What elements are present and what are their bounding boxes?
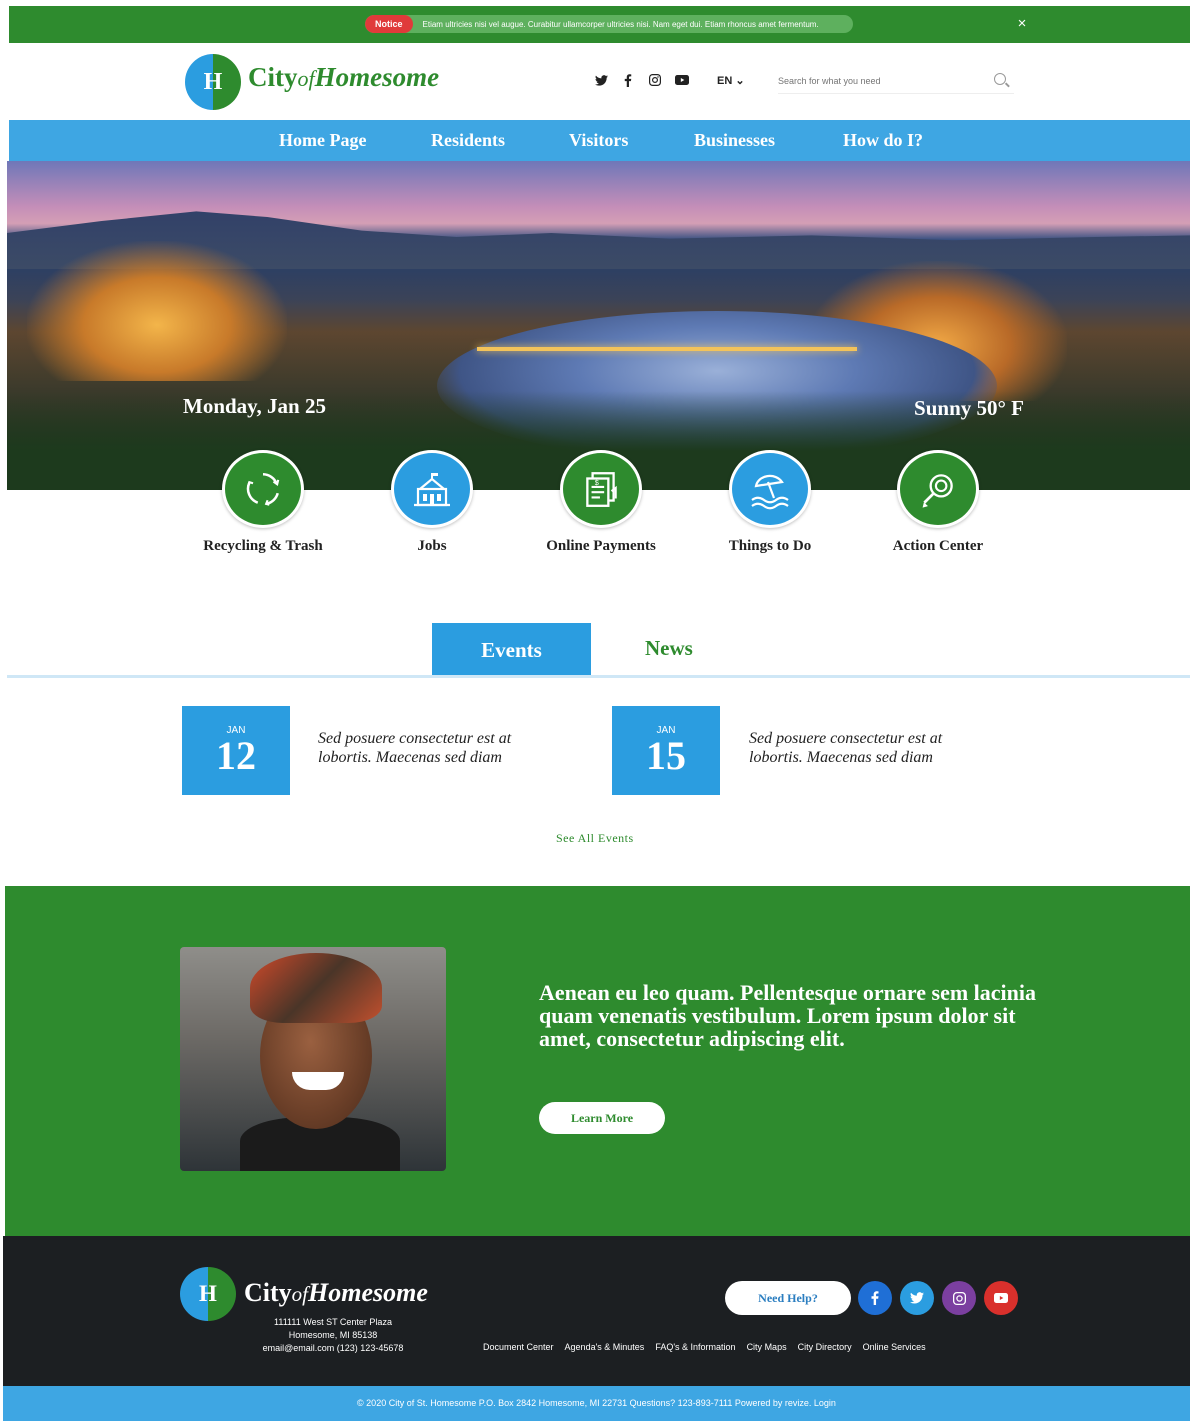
footer-link-online-services[interactable]: Online Services xyxy=(863,1342,926,1352)
event-title[interactable]: Sed posuere consectetur est at lobortis.… xyxy=(318,729,558,767)
quick-link-recycling[interactable]: Recycling & Trash xyxy=(178,450,348,555)
instagram-icon[interactable] xyxy=(942,1281,976,1315)
portrait-headwrap xyxy=(250,953,382,1023)
header-social-icons xyxy=(594,73,689,87)
footer: H CityofHomesome 111111 West ST Center P… xyxy=(3,1236,1190,1386)
event-date-badge[interactable]: JAN 15 xyxy=(612,706,720,795)
footer-link-document-center[interactable]: Document Center xyxy=(483,1342,554,1352)
feature-section: Aenean eu leo quam. Pellentesque ornare … xyxy=(5,886,1190,1236)
nav-item-businesses[interactable]: Businesses xyxy=(694,130,775,151)
hero-banner: Monday, Jan 25 Sunny 50° F xyxy=(7,161,1190,490)
quick-link-action-center[interactable]: Action Center xyxy=(853,450,1023,555)
beach-umbrella-icon[interactable] xyxy=(729,450,811,528)
search-icon[interactable] xyxy=(994,73,1006,85)
learn-more-button[interactable]: Learn More xyxy=(539,1102,665,1134)
quick-link-online-payments[interactable]: $ Online Payments xyxy=(516,450,686,555)
footer-logo[interactable]: CityofHomesome xyxy=(244,1278,428,1308)
footer-logo-badge[interactable]: H xyxy=(180,1267,236,1321)
quick-link-label: Online Payments xyxy=(546,538,656,554)
search-input[interactable] xyxy=(778,70,978,92)
footer-contact: email@email.com (123) 123-45678 xyxy=(262,1343,404,1353)
footer-logo-word-of: of xyxy=(291,1282,309,1306)
quick-link-label: Jobs xyxy=(417,538,447,554)
nav-item-residents[interactable]: Residents xyxy=(431,130,505,151)
youtube-icon[interactable] xyxy=(675,73,689,87)
quick-link-label: Recycling & Trash xyxy=(203,538,323,554)
twitter-icon[interactable] xyxy=(900,1281,934,1315)
footer-logo-letter: H xyxy=(199,1281,217,1306)
event-day: 15 xyxy=(646,733,686,778)
youtube-icon[interactable] xyxy=(984,1281,1018,1315)
see-all-events-link[interactable]: See All Events xyxy=(556,831,634,846)
event-date-badge[interactable]: JAN 12 xyxy=(182,706,290,795)
need-help-button[interactable]: Need Help? xyxy=(725,1281,851,1315)
feature-text: Aenean eu leo quam. Pellentesque ornare … xyxy=(539,980,1036,1051)
notice-text[interactable]: Etiam ultricies nisi vel augue. Curabitu… xyxy=(413,20,819,29)
hero-castle-glow xyxy=(27,241,287,381)
hero-bridge xyxy=(477,347,857,351)
language-selector[interactable]: EN ⌄ xyxy=(717,74,745,87)
event-day: 12 xyxy=(216,733,256,778)
quick-link-label: Things to Do xyxy=(728,538,812,554)
nav-item-how-do-i[interactable]: How do I? xyxy=(843,130,923,151)
feature-portrait-image xyxy=(180,947,446,1171)
recycle-icon[interactable] xyxy=(222,450,304,528)
notice-bar: Notice Etiam ultricies nisi vel augue. C… xyxy=(9,6,1190,43)
tab-events[interactable]: Events xyxy=(432,623,591,675)
facebook-icon[interactable] xyxy=(621,73,635,87)
action-center-icon[interactable] xyxy=(897,450,979,528)
footer-logo-word-homesome: Homesome xyxy=(308,1278,428,1307)
quick-link-jobs[interactable]: Jobs xyxy=(347,450,517,555)
logo-word-of: of xyxy=(297,66,315,91)
footer-address: 111111 West ST Center Plaza Homesome, MI… xyxy=(243,1316,423,1355)
page: Notice Etiam ultricies nisi vel augue. C… xyxy=(0,0,1190,1421)
payment-document-icon[interactable]: $ xyxy=(560,450,642,528)
hero-date: Monday, Jan 25 xyxy=(183,394,326,418)
svg-text:$: $ xyxy=(595,478,599,487)
logo-word-homesome: Homesome xyxy=(314,62,440,92)
notice-pill: Notice Etiam ultricies nisi vel augue. C… xyxy=(365,15,853,33)
close-icon[interactable]: × xyxy=(1014,15,1030,33)
tab-news[interactable]: News xyxy=(645,636,693,661)
building-icon[interactable] xyxy=(391,450,473,528)
logo-word-city: City xyxy=(248,62,298,92)
quick-link-label: Action Center xyxy=(892,538,984,554)
instagram-icon[interactable] xyxy=(648,73,662,87)
logo-letter: H xyxy=(203,68,223,95)
footer-link-city-maps[interactable]: City Maps xyxy=(747,1342,787,1352)
search-box[interactable] xyxy=(778,70,1014,94)
site-logo[interactable]: CityofHomesome xyxy=(248,62,439,93)
footer-logo-word-city: City xyxy=(244,1278,292,1307)
footer-address-line: 111111 West ST Center Plaza xyxy=(274,1317,392,1327)
footer-address-line: Homesome, MI 85138 xyxy=(288,1330,378,1340)
tabs-divider xyxy=(7,675,1190,678)
event-title[interactable]: Sed posuere consectetur est at lobortis.… xyxy=(749,729,989,767)
quick-link-things-to-do[interactable]: Things to Do xyxy=(685,450,855,555)
footer-link-faqs[interactable]: FAQ's & Information xyxy=(655,1342,735,1352)
notice-label: Notice xyxy=(365,15,413,33)
footer-link-agendas[interactable]: Agenda's & Minutes xyxy=(565,1342,645,1352)
footer-links: Document Center Agenda's & Minutes FAQ's… xyxy=(483,1342,926,1352)
bottom-bar: © 2020 City of St. Homesome P.O. Box 284… xyxy=(3,1386,1190,1421)
hero-weather: Sunny 50° F xyxy=(914,396,1024,420)
footer-link-city-directory[interactable]: City Directory xyxy=(798,1342,852,1352)
main-nav: Home Page Residents Visitors Businesses … xyxy=(9,120,1190,161)
twitter-icon[interactable] xyxy=(594,73,608,87)
nav-item-visitors[interactable]: Visitors xyxy=(569,130,628,151)
logo-badge[interactable]: H xyxy=(185,54,241,110)
facebook-icon[interactable] xyxy=(858,1281,892,1315)
nav-item-home[interactable]: Home Page xyxy=(279,130,366,151)
